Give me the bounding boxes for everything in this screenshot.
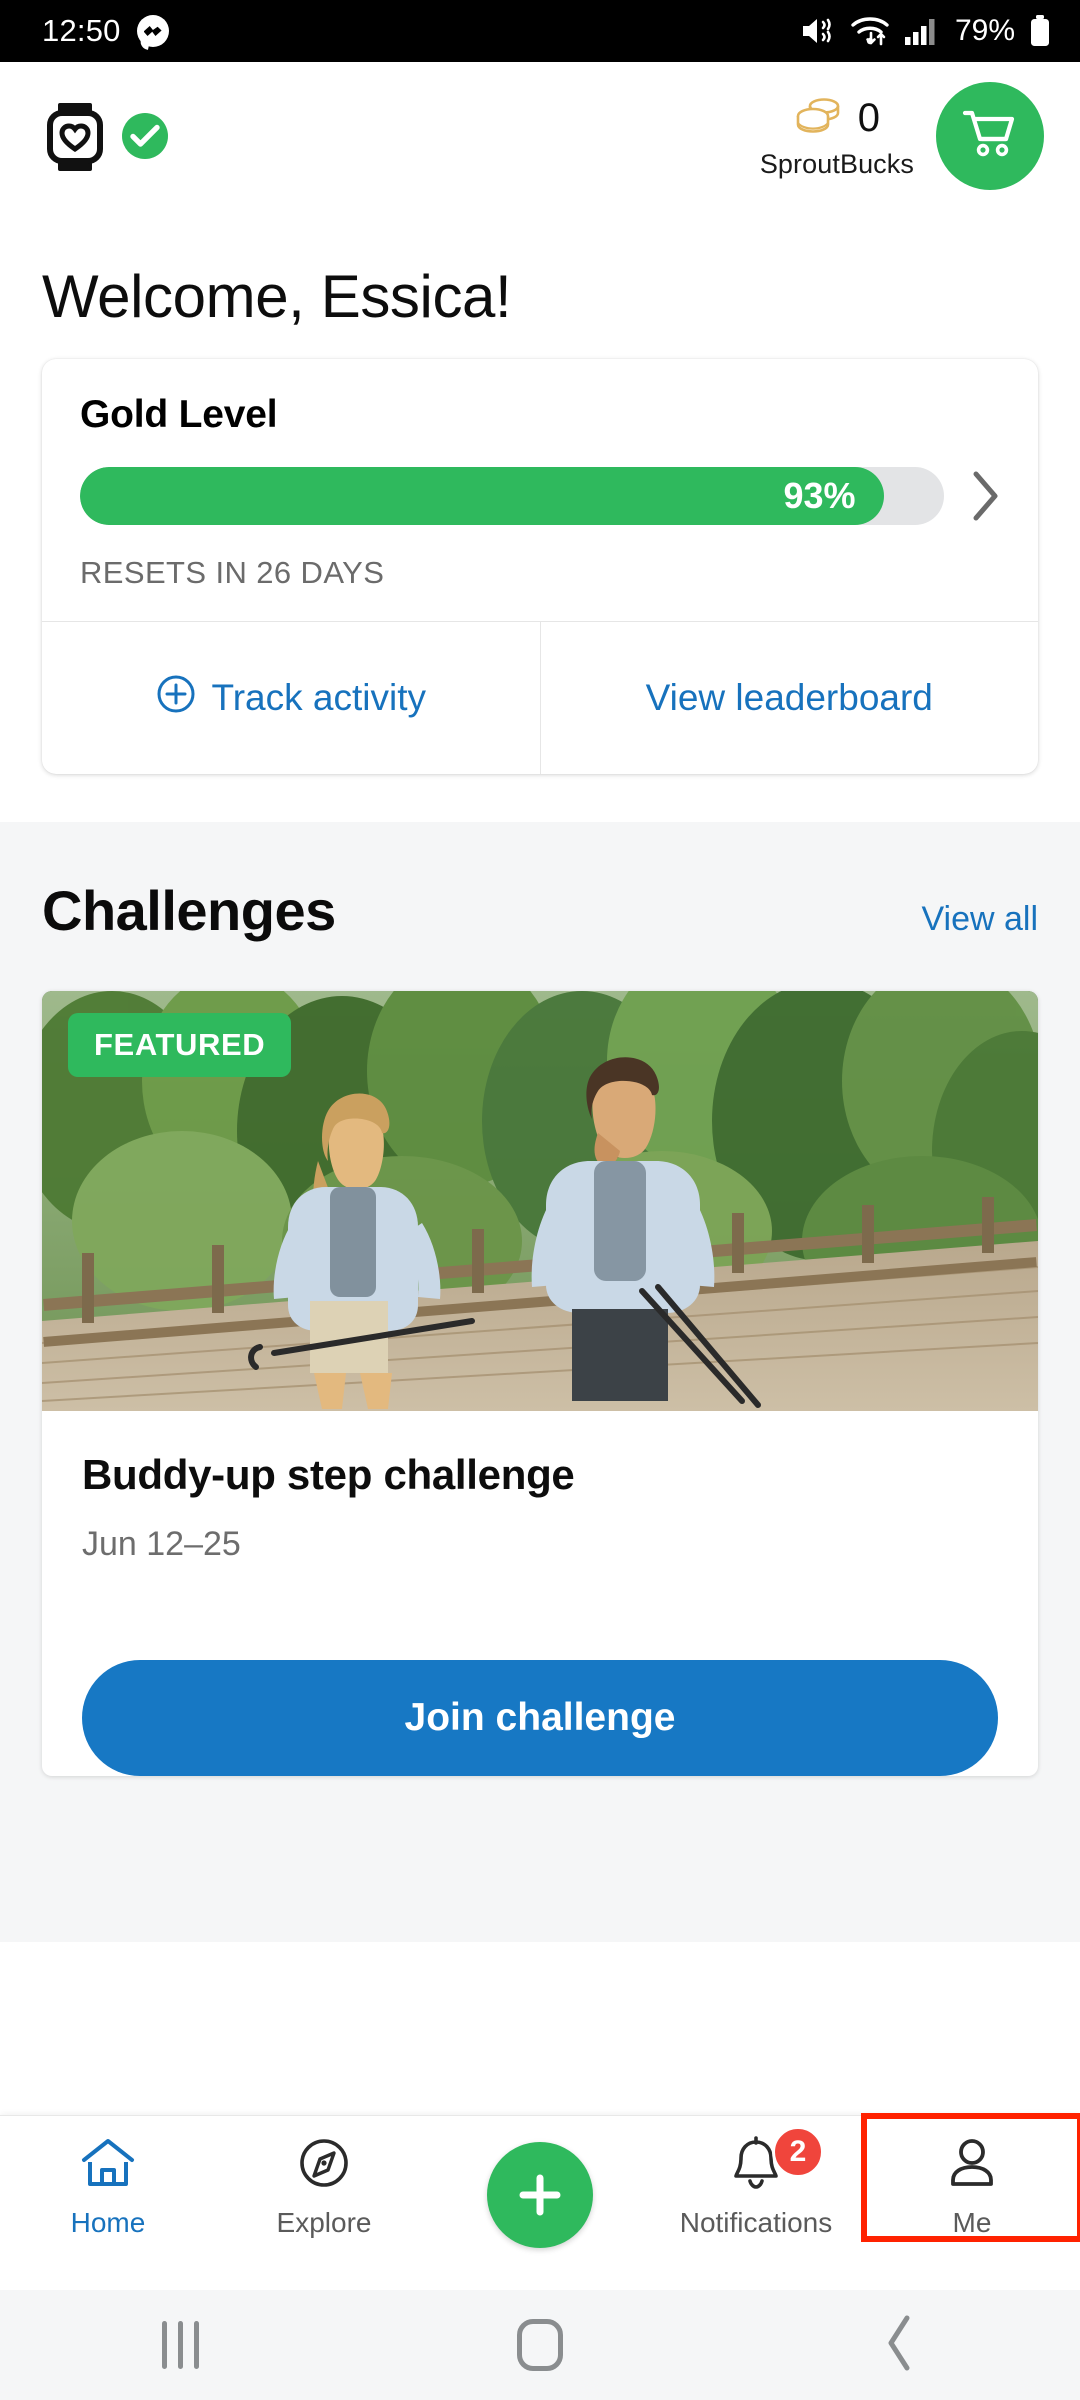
messenger-icon — [136, 15, 169, 47]
sproutbucks-widget[interactable]: 0 SproutBucks — [760, 95, 914, 178]
level-card: Gold Level 93% RESETS IN 26 DAYS Track a… — [42, 359, 1038, 774]
home-square-icon — [517, 2319, 563, 2371]
bottom-navigation: Home Explore 2 Notifications Me — [0, 2113, 1080, 2290]
nav-label-me: Me — [952, 2207, 992, 2238]
nav-item-add[interactable] — [432, 2116, 648, 2248]
shopping-cart-button[interactable] — [936, 82, 1044, 190]
shopping-cart-icon — [961, 107, 1019, 166]
nav-item-home[interactable]: Home — [0, 2116, 216, 2239]
nav-item-notifications[interactable]: 2 Notifications — [648, 2116, 864, 2239]
level-reset-text: RESETS IN 26 DAYS — [80, 555, 385, 590]
view-leaderboard-label: View leaderboard — [645, 677, 933, 718]
battery-icon — [1028, 14, 1052, 48]
level-title: Gold Level — [80, 393, 278, 436]
phone-screen: 12:50 79% 0 SproutBucks Welcome, Essica!… — [0, 0, 1080, 2400]
featured-badge: FEATURED — [68, 1013, 292, 1077]
nav-item-explore[interactable]: Explore — [216, 2116, 432, 2239]
coins-icon — [794, 95, 844, 141]
challenges-title: Challenges — [42, 879, 336, 942]
challenge-card[interactable]: FEATURED Buddy-up step challenge Jun 12–… — [42, 991, 1038, 1776]
view-all-link[interactable]: View all — [921, 900, 1038, 939]
mute-vibrate-icon — [800, 15, 836, 47]
plus-circle-icon — [156, 674, 196, 723]
wifi-icon — [849, 14, 891, 48]
app-header: 0 SproutBucks — [0, 62, 1080, 210]
battery-percentage: 79% — [954, 14, 1015, 47]
check-circle-icon — [122, 113, 168, 159]
track-activity-label: Track activity — [211, 677, 426, 718]
track-activity-button[interactable]: Track activity — [42, 622, 540, 774]
system-navigation-bar — [0, 2290, 1080, 2400]
progress-track: 93% — [80, 467, 944, 525]
view-leaderboard-button[interactable]: View leaderboard — [539, 622, 1039, 774]
sproutbucks-label: SproutBucks — [759, 148, 914, 179]
page-title: Welcome, Essica! — [42, 263, 512, 330]
challenge-image: FEATURED — [42, 991, 1038, 1411]
level-card-top[interactable]: Gold Level 93% RESETS IN 26 DAYS — [42, 359, 1038, 621]
challenges-section: Challenges View all FEATURED Buddy-up st… — [0, 822, 1080, 1942]
status-bar: 12:50 79% — [0, 0, 1080, 62]
recents-icon — [161, 2321, 199, 2369]
compass-icon — [296, 2136, 352, 2195]
back-chevron-icon — [883, 2314, 917, 2377]
challenge-date-range: Jun 12–25 — [82, 1525, 241, 1563]
clock: 12:50 — [42, 13, 121, 48]
header-right-group: 0 SproutBucks — [760, 82, 1044, 190]
person-icon — [945, 2136, 999, 2195]
plus-fab-icon[interactable] — [487, 2142, 593, 2248]
home-button[interactable] — [450, 2319, 630, 2371]
status-bar-right: 79% — [800, 14, 1052, 48]
challenge-title: Buddy-up step challenge — [82, 1451, 575, 1498]
cellular-signal-icon — [904, 16, 940, 46]
progress-label: 93% — [783, 475, 856, 516]
sproutbucks-row: 0 — [760, 95, 914, 141]
nav-label-explore: Explore — [276, 2207, 372, 2238]
progress-fill: 93% — [80, 467, 884, 525]
nav-label-notifications: Notifications — [679, 2207, 833, 2238]
status-bar-left: 12:50 — [42, 13, 169, 49]
join-challenge-button[interactable]: Join challenge — [82, 1660, 998, 1776]
level-progress-row: 93% — [80, 467, 1000, 525]
back-button[interactable] — [810, 2314, 990, 2377]
nav-item-me[interactable]: Me — [861, 2113, 1080, 2242]
level-card-actions: Track activity View leaderboard — [42, 621, 1038, 774]
home-icon — [79, 2136, 137, 2195]
challenge-body: Buddy-up step challenge Jun 12–25 — [42, 1411, 1038, 1564]
device-status-group[interactable] — [42, 101, 168, 171]
challenges-header: Challenges View all — [0, 878, 1080, 943]
chevron-right-icon[interactable] — [970, 470, 1000, 522]
smartwatch-heart-icon[interactable] — [42, 101, 108, 171]
nav-label-home: Home — [70, 2207, 146, 2238]
sproutbucks-count: 0 — [857, 95, 881, 140]
recents-button[interactable] — [90, 2321, 270, 2369]
notification-badge: 2 — [772, 2126, 824, 2178]
